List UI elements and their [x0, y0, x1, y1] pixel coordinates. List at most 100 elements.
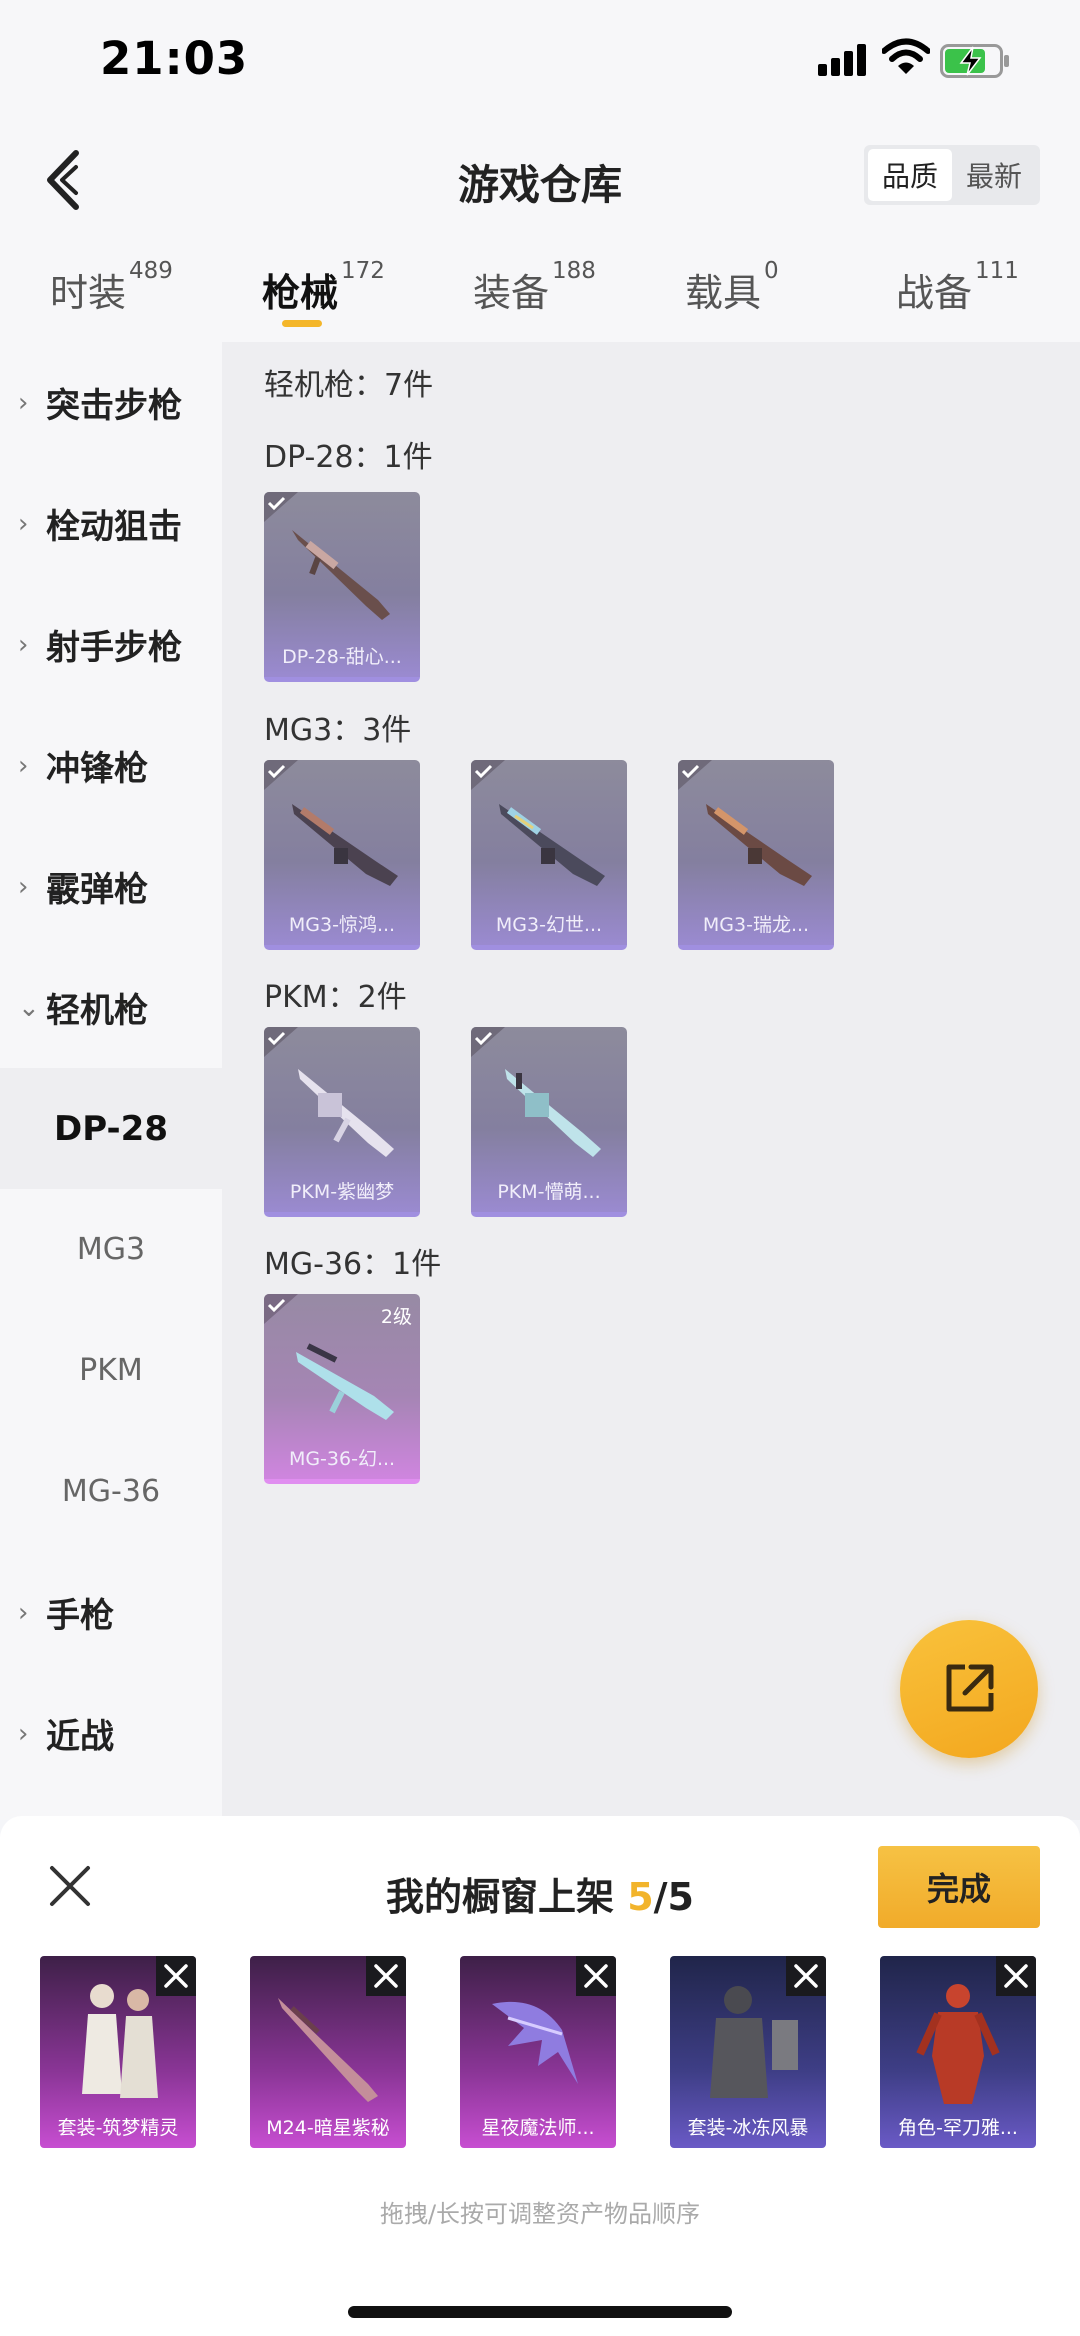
mg3-gun-icon: [292, 804, 398, 886]
sidebar-subitem-pkm[interactable]: PKM: [0, 1310, 222, 1431]
battery-charging-icon: [940, 44, 1009, 78]
remove-icon[interactable]: [576, 1956, 616, 1996]
showcase-item-name: M24-暗星紫秘: [266, 2117, 390, 2139]
remove-icon[interactable]: [786, 1956, 826, 1996]
weapon-card-name: MG3-幻世...: [495, 914, 603, 936]
sidebar-item-label: 突击步枪: [46, 386, 182, 426]
mg3-gun-icon: [499, 804, 605, 886]
sort-quality-option[interactable]: 品质: [868, 149, 952, 201]
tab-count: 0: [764, 258, 779, 284]
sidebar-item-label: 霰弹枪: [46, 870, 148, 910]
tab-vehicles[interactable]: 载具 0: [685, 258, 779, 317]
showcase-panel: 我的橱窗上架 5/5 完成 套装-筑梦精灵 M24-暗星紫秘 星夜魔法师... …: [0, 1816, 1080, 2336]
mg3-gun-icon: [706, 804, 812, 886]
share-external-icon: [946, 1664, 994, 1712]
tab-equipment[interactable]: 装备 188: [473, 258, 596, 317]
sidebar-item-label: 近战: [46, 1717, 114, 1757]
showcase-title-text: 我的橱窗上架: [385, 1875, 628, 1919]
chevron-down-icon: ⌄: [18, 992, 40, 1023]
sidebar-subitem-mg36[interactable]: MG-36: [0, 1431, 222, 1552]
sidebar-subitem-dp28[interactable]: DP-28: [0, 1068, 222, 1189]
group-title-mg3: MG3：3件: [264, 713, 412, 748]
showcase-item-name: 角色-罕刀雅...: [898, 2117, 1018, 2139]
weapon-card[interactable]: DP-28-甜心...: [264, 492, 420, 682]
weapon-card[interactable]: 2级 MG-36-幻...: [264, 1294, 420, 1484]
sidebar-item-pistol[interactable]: › 手枪: [0, 1552, 222, 1673]
sidebar-item-label: 冲锋枪: [46, 749, 148, 789]
showcase-item[interactable]: 套装-筑梦精灵: [40, 1956, 196, 2148]
tab-label: 枪械: [262, 271, 339, 315]
weapon-card-name: MG3-瑞龙...: [702, 914, 810, 936]
sidebar-item-shotgun[interactable]: › 霰弹枪: [0, 826, 222, 947]
showcase-item[interactable]: 角色-罕刀雅...: [880, 1956, 1036, 2148]
cellular-signal-icon: [818, 44, 868, 76]
sidebar-item-melee[interactable]: › 近战: [0, 1673, 222, 1794]
reorder-hint: 拖拽/长按可调整资产物品顺序: [379, 2200, 701, 2228]
category-tabs: 时装 489 枪械 172 装备 188 载具 0 战备 111: [0, 250, 1080, 342]
tab-count: 111: [975, 258, 1019, 284]
sidebar-item-bolt-sniper[interactable]: › 栓动狙击: [0, 463, 222, 584]
tab-fashion[interactable]: 时装 489: [50, 258, 173, 317]
sidebar-item-label: 栓动狙击: [46, 507, 182, 547]
showcase-item[interactable]: 套装-冰冻风暴: [670, 1956, 826, 2148]
mg36-gun-icon: [296, 1343, 394, 1420]
showcase-item-name: 套装-筑梦精灵: [57, 2117, 179, 2139]
weapon-list: 轻机枪：7件 DP-28：1件 DP-28-甜心... MG3：3件 MG3-惊…: [222, 342, 1080, 1820]
remove-icon[interactable]: [996, 1956, 1036, 1996]
showcase-item[interactable]: M24-暗星紫秘: [250, 1956, 406, 2148]
showcase-count-total: /5: [653, 1875, 694, 1919]
sidebar-item-assault-rifle[interactable]: › 突击步枪: [0, 342, 222, 463]
showcase-item[interactable]: 星夜魔法师...: [460, 1956, 616, 2148]
sidebar-item-marksman-rifle[interactable]: › 射手步枪: [0, 584, 222, 705]
tab-firearms[interactable]: 枪械 172: [262, 258, 385, 317]
sort-toggle[interactable]: 品质 最新: [864, 145, 1040, 205]
weapon-card[interactable]: MG3-瑞龙...: [678, 760, 834, 950]
remove-icon[interactable]: [156, 1956, 196, 1996]
tab-label: 时装: [50, 271, 127, 315]
pkm-gun-icon: [298, 1069, 394, 1157]
chevron-right-icon: ›: [18, 629, 29, 660]
sidebar-item-lmg[interactable]: ⌄ 轻机枪: [0, 947, 222, 1068]
weapon-card-name: DP-28-甜心...: [282, 646, 402, 668]
sort-newest-option[interactable]: 最新: [952, 149, 1036, 201]
tab-label: 装备: [473, 271, 550, 315]
active-tab-indicator: [282, 320, 322, 327]
tab-count: 188: [552, 258, 596, 284]
weapon-card[interactable]: MG3-幻世...: [471, 760, 627, 950]
chevron-right-icon: ›: [18, 750, 29, 781]
weapon-card-name: PKM-紫幽梦: [289, 1181, 395, 1203]
sidebar-subitem-mg3[interactable]: MG3: [0, 1189, 222, 1310]
weapon-card-name: PKM-懵萌...: [497, 1181, 601, 1203]
sidebar-item-label: 射手步枪: [46, 628, 182, 668]
chevron-right-icon: ›: [18, 387, 29, 418]
sidebar-item-smg[interactable]: › 冲锋枪: [0, 705, 222, 826]
showcase-item-name: 星夜魔法师...: [481, 2117, 595, 2139]
group-title-dp28: DP-28：1件: [264, 440, 433, 475]
sidebar-item-label: 轻机枪: [46, 991, 148, 1031]
header: 游戏仓库 品质 最新: [0, 125, 1080, 250]
share-button[interactable]: [900, 1620, 1038, 1758]
chevron-right-icon: ›: [18, 871, 29, 902]
weapon-card-name: MG-36-幻...: [288, 1448, 396, 1470]
tab-supplies[interactable]: 战备 111: [896, 258, 1019, 317]
status-time: 21:03: [100, 32, 249, 85]
remove-icon[interactable]: [366, 1956, 406, 1996]
tab-count: 172: [341, 258, 385, 284]
chevron-right-icon: ›: [18, 1718, 29, 1749]
showcase-count-current: 5: [627, 1875, 654, 1919]
sidebar-item-label: 手枪: [46, 1596, 114, 1636]
weapon-category-sidebar: › 突击步枪 › 栓动狙击 › 射手步枪 › 冲锋枪 › 霰弹枪 ⌄ 轻机枪 DP-28 M…: [0, 342, 222, 1820]
done-button[interactable]: 完成: [878, 1846, 1040, 1928]
section-title: 轻机枪：7件: [264, 368, 434, 403]
home-indicator[interactable]: [348, 2306, 732, 2318]
status-bar: 21:03: [0, 0, 1080, 125]
weapon-card[interactable]: PKM-紫幽梦: [264, 1027, 420, 1217]
weapon-card[interactable]: PKM-懵萌...: [471, 1027, 627, 1217]
weapon-card[interactable]: MG3-惊鸿...: [264, 760, 420, 950]
pkm-gun-icon: [505, 1069, 601, 1157]
showcase-item-name: 套装-冰冻风暴: [687, 2117, 809, 2139]
tab-count: 489: [129, 258, 173, 284]
chevron-right-icon: ›: [18, 508, 29, 539]
chevron-right-icon: ›: [18, 1597, 29, 1628]
group-title-pkm: PKM：2件: [264, 980, 407, 1015]
